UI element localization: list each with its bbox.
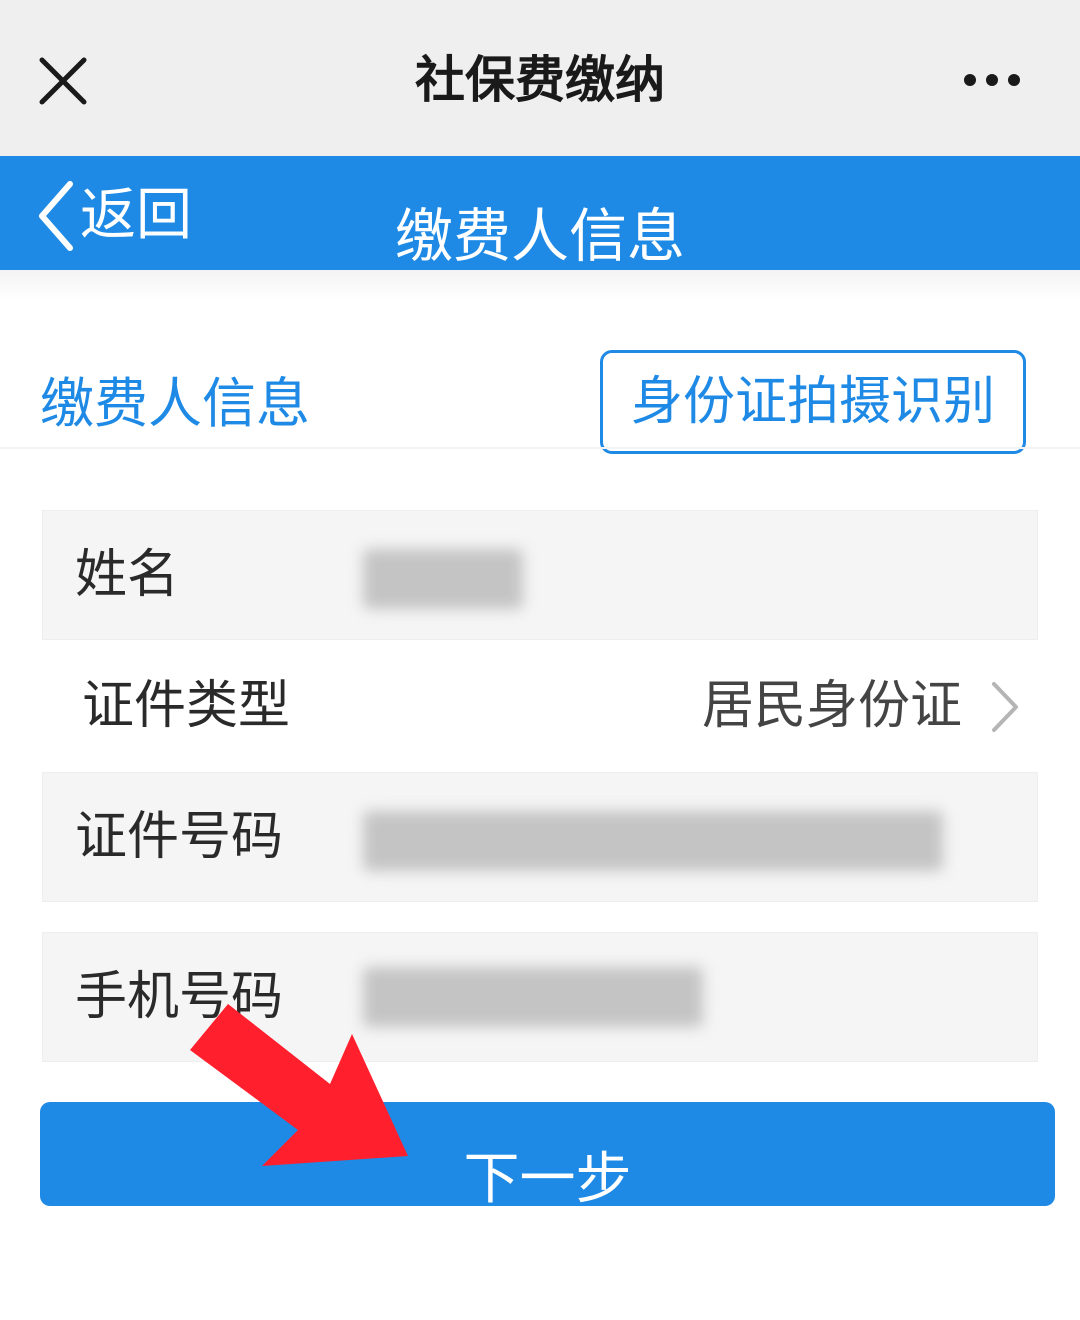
id-type-label: 证件类型	[82, 676, 291, 736]
top-bar: 社保费缴纳	[0, 0, 1080, 156]
id-number-input-redacted[interactable]	[363, 811, 943, 871]
name-input-redacted[interactable]	[363, 549, 523, 609]
nav-bar: 返回 缴费人信息	[0, 156, 1080, 270]
name-field-row: 姓名	[42, 510, 1038, 640]
id-number-field-row: 证件号码	[42, 772, 1038, 902]
more-options-button[interactable]	[950, 60, 1034, 100]
id-card-scan-button[interactable]: 身份证拍摄识别	[600, 350, 1026, 454]
more-dots-icon	[964, 74, 1020, 86]
red-pointer-arrow-icon	[190, 1004, 408, 1166]
nav-shadow	[0, 270, 1080, 300]
nav-title: 缴费人信息	[394, 202, 685, 270]
section-title: 缴费人信息	[40, 372, 310, 435]
name-label: 姓名	[75, 545, 180, 605]
id-type-value: 居民身份证	[701, 676, 962, 736]
section-divider	[0, 447, 1080, 449]
page-title: 社保费缴纳	[415, 51, 665, 109]
id-type-selector[interactable]: 证件类型 居民身份证	[42, 640, 1038, 770]
id-number-label: 证件号码	[75, 807, 284, 867]
chevron-right-icon	[992, 682, 1018, 732]
